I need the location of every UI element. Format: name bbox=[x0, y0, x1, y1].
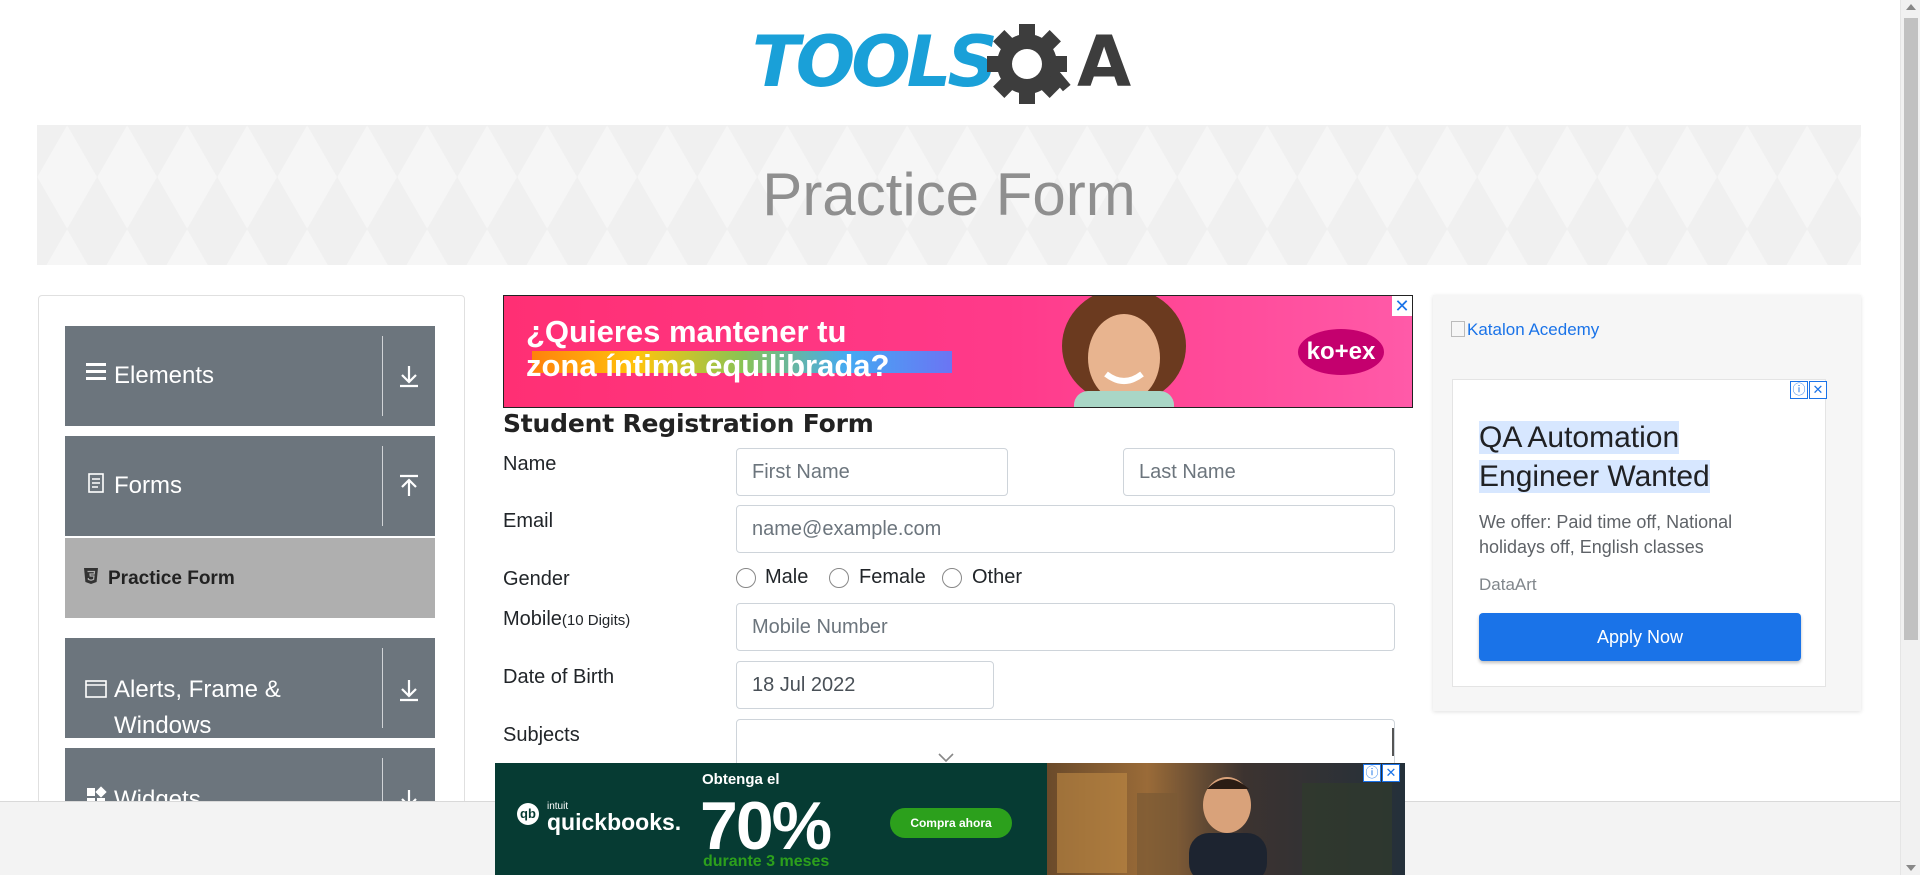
svg-text:A: A bbox=[1077, 21, 1131, 103]
sidebar-group-forms[interactable]: Forms bbox=[65, 436, 435, 536]
katalon-link-text[interactable]: Katalon Acedemy bbox=[1467, 320, 1599, 339]
job-ad-title: QA Automation Engineer Wanted bbox=[1479, 418, 1769, 496]
scrollbar-thumb[interactable] bbox=[1904, 18, 1918, 640]
toolsqa-logo[interactable]: TOOLS A bbox=[752, 18, 1152, 113]
text-cursor bbox=[1392, 728, 1394, 756]
ad-close-icon[interactable]: ✕ bbox=[1392, 296, 1412, 316]
ad-close-icon[interactable]: ✕ bbox=[1382, 764, 1400, 782]
quickbooks-logo-icon: qb bbox=[517, 803, 539, 825]
subjects-label: Subjects bbox=[503, 724, 580, 746]
ad-photo bbox=[1047, 763, 1405, 875]
last-name-input[interactable]: Last Name bbox=[1123, 448, 1395, 496]
form-heading: Student Registration Form bbox=[503, 409, 874, 438]
job-ad-description: We offer: Paid time off, National holida… bbox=[1479, 512, 1733, 557]
document-icon bbox=[85, 472, 107, 500]
radio-button[interactable] bbox=[942, 568, 962, 588]
top-advertisement[interactable]: ¿Quieres mantener tu zona íntima equilib… bbox=[503, 295, 1413, 408]
mobile-input[interactable]: Mobile Number bbox=[736, 603, 1395, 651]
hamburger-icon bbox=[85, 360, 107, 388]
download-arrow-icon[interactable] bbox=[393, 674, 425, 706]
window-icon bbox=[85, 678, 107, 706]
scroll-up-arrow-icon[interactable] bbox=[1906, 4, 1916, 10]
job-ad-company: DataArt bbox=[1479, 575, 1537, 594]
sidebar-item-label: Practice Form bbox=[108, 568, 235, 589]
mobile-label: Mobile(10 Digits) bbox=[503, 608, 630, 631]
ad-subline: durante 3 meses bbox=[703, 853, 830, 870]
separator bbox=[382, 648, 383, 728]
separator bbox=[382, 336, 383, 416]
job-advertisement[interactable]: ⓘ ✕ QA Automation Engineer Wanted We off… bbox=[1452, 379, 1827, 687]
ad-photo bbox=[1014, 296, 1234, 407]
job-ad-title-line1: QA Automation bbox=[1479, 421, 1680, 454]
left-sidebar: Elements Forms Practice Form Alerts, Fra… bbox=[38, 295, 465, 848]
radio-label[interactable]: Other bbox=[972, 566, 1022, 589]
svg-text:TOOLS: TOOLS bbox=[752, 21, 994, 103]
sidebar-group-elements[interactable]: Elements bbox=[65, 326, 435, 426]
sidebar-group-label: Forms bbox=[114, 472, 182, 499]
page-title: Practice Form bbox=[762, 161, 1136, 228]
katalon-academy-link[interactable]: Katalon Acedemy bbox=[1451, 320, 1599, 340]
radio-button[interactable] bbox=[736, 568, 756, 588]
mobile-label-text: Mobile bbox=[503, 608, 562, 630]
sidebar-item-practice-form[interactable]: Practice Form bbox=[65, 538, 435, 618]
apply-now-button[interactable]: Apply Now bbox=[1479, 613, 1801, 661]
date-of-birth-input[interactable]: 18 Jul 2022 bbox=[736, 661, 994, 709]
ad-brand: quickbooks. bbox=[547, 809, 682, 835]
right-sidebar: Katalon Acedemy ⓘ ✕ QA Automation Engine… bbox=[1433, 295, 1861, 711]
download-arrow-icon[interactable] bbox=[393, 360, 425, 392]
radio-label[interactable]: Male bbox=[765, 566, 808, 589]
bottom-advertisement[interactable]: qb intuit quickbooks. Obtenga el 70% dur… bbox=[495, 763, 1405, 875]
separator bbox=[382, 446, 383, 526]
ad-info-icon[interactable]: ⓘ bbox=[1790, 381, 1808, 399]
scroll-down-arrow-icon[interactable] bbox=[1906, 865, 1916, 871]
sidebar-group-label-line2: Windows bbox=[114, 712, 212, 739]
ad-headline: Obtenga el bbox=[702, 771, 780, 788]
sidebar-group-label: Elements bbox=[114, 362, 215, 389]
ad-brand-logo: ko+ex bbox=[1298, 329, 1384, 375]
ad-headline-line2: zona íntima equilibrada? bbox=[526, 348, 890, 383]
radio-label[interactable]: Female bbox=[859, 566, 926, 589]
ad-cta-button[interactable]: Compra ahora bbox=[890, 808, 1012, 838]
ad-info-icon[interactable]: ⓘ bbox=[1363, 764, 1381, 782]
ad-headline-line1: ¿Quieres mantener tu bbox=[526, 314, 847, 349]
gender-label: Gender bbox=[503, 568, 570, 590]
name-label: Name bbox=[503, 453, 557, 475]
email-label: Email bbox=[503, 510, 554, 532]
mobile-hint: (10 Digits) bbox=[561, 612, 631, 629]
email-input[interactable]: name@example.com bbox=[736, 505, 1395, 553]
sidebar-group-label: Alerts, Frame & bbox=[114, 676, 281, 703]
radio-button[interactable] bbox=[829, 568, 849, 588]
first-name-input[interactable]: First Name bbox=[736, 448, 1008, 496]
vertical-scrollbar[interactable] bbox=[1900, 0, 1920, 875]
html5-icon bbox=[83, 567, 99, 590]
page-viewport: TOOLS A Practice Form Elements Forms Pra… bbox=[0, 0, 1900, 875]
ad-close-icon[interactable]: ✕ bbox=[1809, 381, 1827, 399]
dob-label: Date of Birth bbox=[503, 666, 615, 688]
sidebar-group-alerts[interactable]: Alerts, Frame & Windows bbox=[65, 638, 435, 739]
subjects-input[interactable] bbox=[736, 719, 1395, 767]
upload-arrow-icon[interactable] bbox=[393, 470, 425, 502]
job-ad-title-line2: Engineer Wanted bbox=[1479, 460, 1710, 493]
broken-image-icon bbox=[1451, 321, 1465, 337]
page-banner: Practice Form bbox=[37, 125, 1861, 265]
